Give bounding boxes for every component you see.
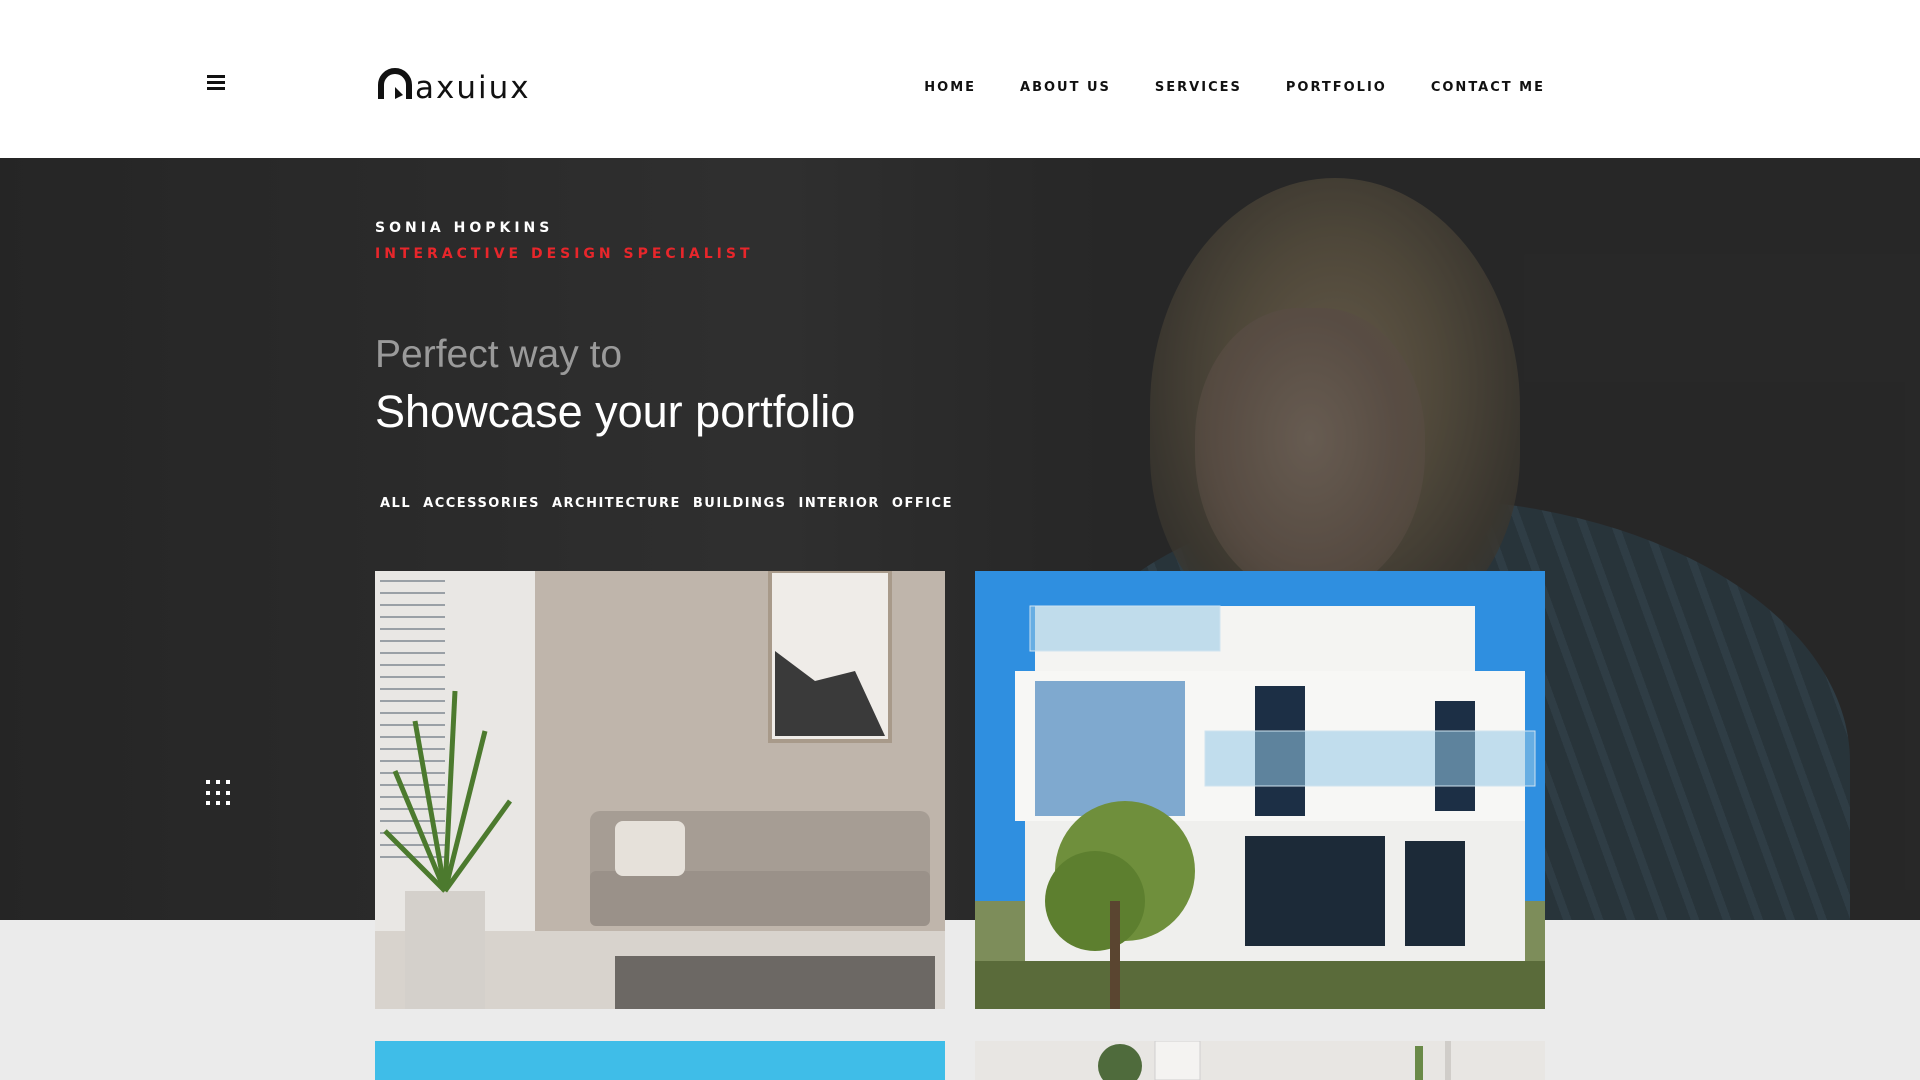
living-room-sofa-photo: [375, 571, 945, 1009]
hero-role: INTERACTIVE DESIGN SPECIALIST: [375, 246, 754, 262]
filter-buildings[interactable]: BUILDINGS: [693, 496, 787, 511]
portfolio-item-living-room[interactable]: [375, 571, 945, 1009]
filter-office[interactable]: OFFICE: [892, 496, 953, 511]
logo-text: axuiux: [415, 70, 531, 106]
grid-dots-icon[interactable]: [206, 780, 232, 806]
nav-home[interactable]: HOME: [924, 80, 976, 95]
logo[interactable]: axuiux: [375, 63, 531, 107]
filter-interior[interactable]: INTERIOR: [799, 496, 880, 511]
hero-section: SONIA HOPKINS INTERACTIVE DESIGN SPECIAL…: [0, 158, 1920, 920]
nav-services[interactable]: SERVICES: [1155, 80, 1242, 95]
hero-background-photo: [0, 158, 1920, 920]
portfolio-item-sky[interactable]: [375, 1041, 945, 1080]
hamburger-icon[interactable]: [207, 75, 229, 97]
nav-portfolio[interactable]: PORTFOLIO: [1286, 80, 1387, 95]
filter-architecture[interactable]: ARCHITECTURE: [552, 496, 681, 511]
portfolio-item-interior-shelf[interactable]: [975, 1041, 1545, 1080]
portfolio-item-villa[interactable]: [975, 571, 1545, 1009]
hero-title: Showcase your portfolio: [375, 386, 856, 437]
interior-shelf-photo: [975, 1041, 1545, 1080]
nav-contact-me[interactable]: CONTACT ME: [1431, 80, 1545, 95]
hero-subtitle: Perfect way to: [375, 333, 623, 376]
site-header: axuiux HOME ABOUT US SERVICES PORTFOLIO …: [0, 0, 1920, 158]
hero-name: SONIA HOPKINS: [375, 220, 554, 236]
main-nav: HOME ABOUT US SERVICES PORTFOLIO CONTACT…: [924, 80, 1545, 95]
logo-m-icon: [378, 68, 412, 99]
filter-all[interactable]: ALL: [380, 496, 411, 511]
white-villa-photo: [975, 571, 1545, 1009]
portfolio-filters: ALL ACCESSORIES ARCHITECTURE BUILDINGS I…: [380, 496, 953, 511]
filter-accessories[interactable]: ACCESSORIES: [423, 496, 540, 511]
nav-about-us[interactable]: ABOUT US: [1020, 80, 1111, 95]
blue-sky-photo: [375, 1041, 945, 1080]
